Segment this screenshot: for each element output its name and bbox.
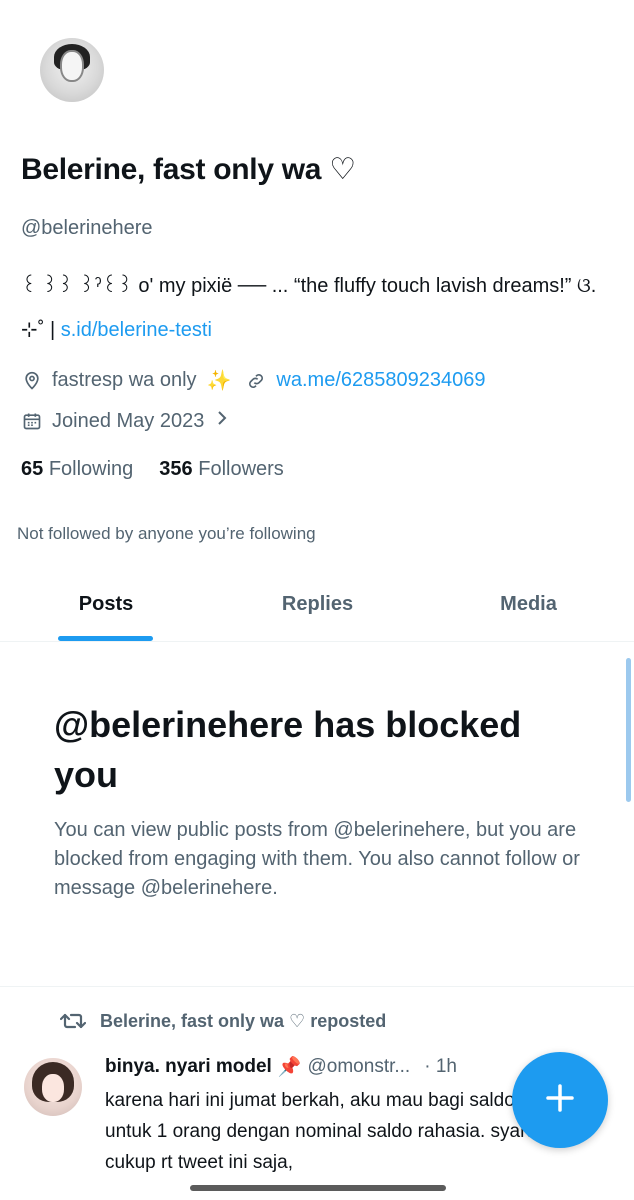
profile-bio: ꒰ ꒱꒱ ꒱ˀ꒰꒱ o' my pixië ── ... “the fluffy… — [21, 264, 616, 352]
chevron-right-icon — [214, 409, 230, 433]
sparkles-emoji: ✨ — [206, 370, 232, 392]
avatar-face — [60, 50, 84, 82]
blocked-title: @belerinehere has blocked you — [54, 704, 522, 795]
blocked-description: You can view public posts from @belerine… — [54, 819, 580, 899]
followers-label: Followers — [198, 458, 284, 480]
profile-location: fastresp wa only — [52, 369, 197, 391]
home-indicator[interactable] — [190, 1185, 446, 1191]
repost-indicator[interactable]: Belerine, fast only wa ♡ reposted — [60, 1010, 386, 1032]
repost-icon — [60, 1010, 86, 1032]
follow-stats: 65 Following 356 Followers — [21, 458, 284, 481]
tab-media[interactable]: Media — [423, 568, 634, 641]
followers-link[interactable]: 356 Followers — [159, 458, 284, 481]
tab-media-label: Media — [500, 593, 557, 615]
profile-joined-row[interactable]: Joined May 2023 — [21, 409, 230, 433]
profile-avatar[interactable] — [40, 38, 104, 102]
profile-meta-row-1: fastresp wa only ✨ wa.me/6285809234069 — [21, 368, 485, 393]
not-followed-notice: Not followed by anyone you’re following — [17, 524, 316, 543]
following-count: 65 — [21, 458, 44, 480]
profile-handle: @belerinehere — [21, 217, 153, 239]
section-divider — [0, 986, 634, 987]
profile-display-name: Belerine, fast only wa ♡ — [21, 153, 356, 186]
followers-count: 356 — [159, 458, 193, 480]
post-author-avatar[interactable] — [24, 1058, 82, 1116]
following-label: Following — [48, 458, 134, 480]
profile-website-link[interactable]: wa.me/6285809234069 — [276, 369, 485, 392]
tab-posts-label: Posts — [78, 593, 134, 615]
post-author-handle[interactable]: @omonstr... — [308, 1056, 411, 1078]
tab-posts[interactable]: Posts — [0, 568, 212, 641]
scrollbar[interactable] — [626, 658, 631, 802]
post-author-name[interactable]: binya. nyari model — [105, 1056, 272, 1078]
location-pin-icon — [21, 370, 43, 392]
following-link[interactable]: 65 Following — [21, 458, 133, 481]
profile-tabs: Posts Replies Media — [0, 568, 634, 642]
link-icon — [245, 370, 267, 392]
tab-replies-label: Replies — [281, 593, 354, 615]
pushpin-emoji: 📌 — [277, 1057, 302, 1078]
plus-icon — [543, 1081, 577, 1120]
active-tab-indicator — [58, 636, 153, 641]
profile-joined-date: Joined May 2023 — [52, 409, 205, 432]
repost-label: Belerine, fast only wa ♡ reposted — [100, 1010, 387, 1031]
avatar-image — [40, 38, 104, 102]
post-header: binya. nyari model 📌 @omonstr... · 1h — [105, 1055, 457, 1079]
post-avatar-face — [42, 1074, 64, 1102]
tab-replies[interactable]: Replies — [212, 568, 423, 641]
post-time[interactable]: · 1h — [424, 1056, 457, 1078]
bio-link[interactable]: s.id/belerine-testi — [61, 319, 212, 341]
compose-button[interactable] — [512, 1052, 608, 1148]
calendar-icon — [21, 410, 43, 432]
